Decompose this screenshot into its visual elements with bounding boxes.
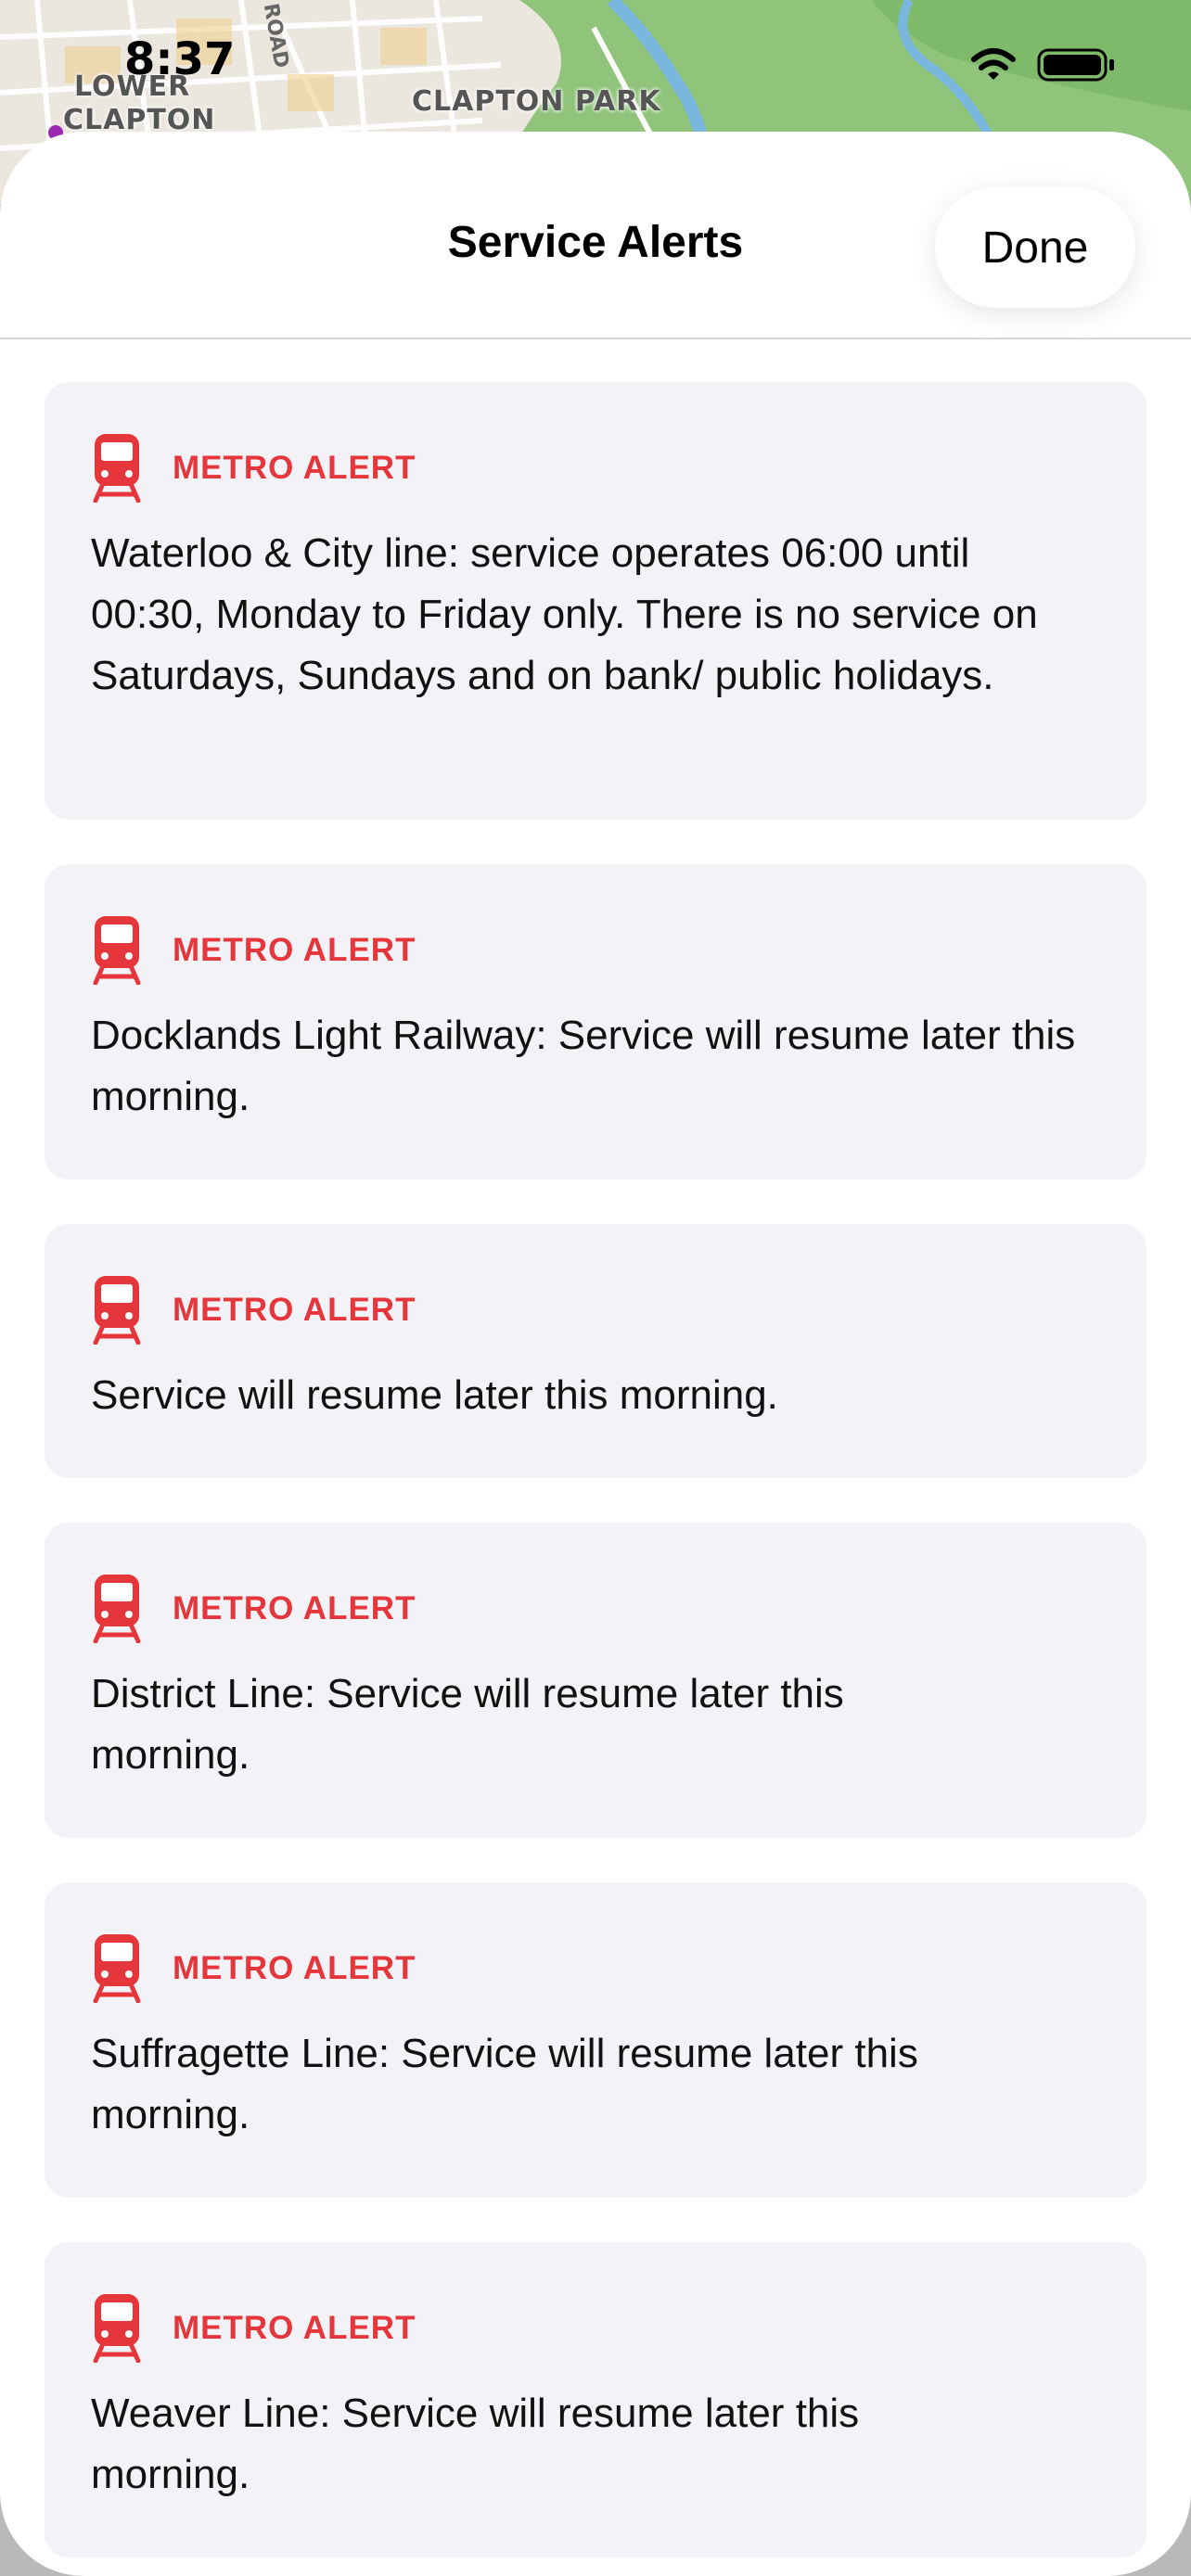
alert-header: METRO ALERT (91, 2292, 416, 2363)
battery-icon (1037, 48, 1114, 82)
alert-header: METRO ALERT (91, 1274, 416, 1345)
alert-message: Suffragette Line: Service will resume la… (91, 2031, 918, 2137)
alert-card[interactable]: METRO ALERT Suffragette Line: Service wi… (45, 1882, 1146, 2198)
wifi-icon (971, 48, 1016, 80)
alert-header: METRO ALERT (91, 432, 416, 503)
status-icons (968, 46, 1117, 83)
sheet-header: Service Alerts Done (0, 132, 1191, 339)
alert-message: Waterloo & City line: service operates 0… (91, 530, 1038, 698)
alert-message: Service will resume later this morning. (91, 1372, 778, 1418)
alert-card[interactable]: METRO ALERT District Line: Service will … (45, 1523, 1146, 1838)
alert-kind-label: METRO ALERT (173, 1949, 416, 1986)
alert-card[interactable]: METRO ALERT Docklands Light Railway: Ser… (45, 864, 1146, 1180)
train-icon (93, 1575, 141, 1643)
alert-header: METRO ALERT (91, 1932, 416, 2003)
train-icon (93, 916, 141, 985)
alert-kind-label: METRO ALERT (173, 2309, 416, 2346)
train-icon (93, 1276, 141, 1345)
alert-card[interactable]: METRO ALERT Weaver Line: Service will re… (45, 2242, 1146, 2557)
alert-card[interactable]: METRO ALERT Service will resume later th… (45, 1224, 1146, 1478)
map-label-clapton-park: CLAPTON PARK (412, 85, 661, 118)
alert-kind-label: METRO ALERT (173, 1589, 416, 1626)
alert-header: METRO ALERT (91, 914, 416, 985)
alert-message: Docklands Light Railway: Service will re… (91, 1013, 1076, 1119)
alert-kind-label: METRO ALERT (173, 1291, 416, 1328)
alert-kind-label: METRO ALERT (173, 449, 416, 486)
alert-message: Weaver Line: Service will resume later t… (91, 2391, 860, 2497)
done-button[interactable]: Done (935, 187, 1135, 308)
train-icon (93, 2294, 141, 2363)
alert-kind-label: METRO ALERT (173, 931, 416, 968)
alert-message: District Line: Service will resume later… (91, 1671, 844, 1778)
train-icon (93, 434, 141, 503)
train-icon (93, 1934, 141, 2003)
service-alerts-sheet: Service Alerts Done METRO ALERT Waterloo… (0, 132, 1191, 2576)
status-time: 8:37 (124, 33, 236, 85)
alert-header: METRO ALERT (91, 1573, 416, 1643)
alert-card[interactable]: METRO ALERT Waterloo & City line: servic… (45, 382, 1146, 820)
